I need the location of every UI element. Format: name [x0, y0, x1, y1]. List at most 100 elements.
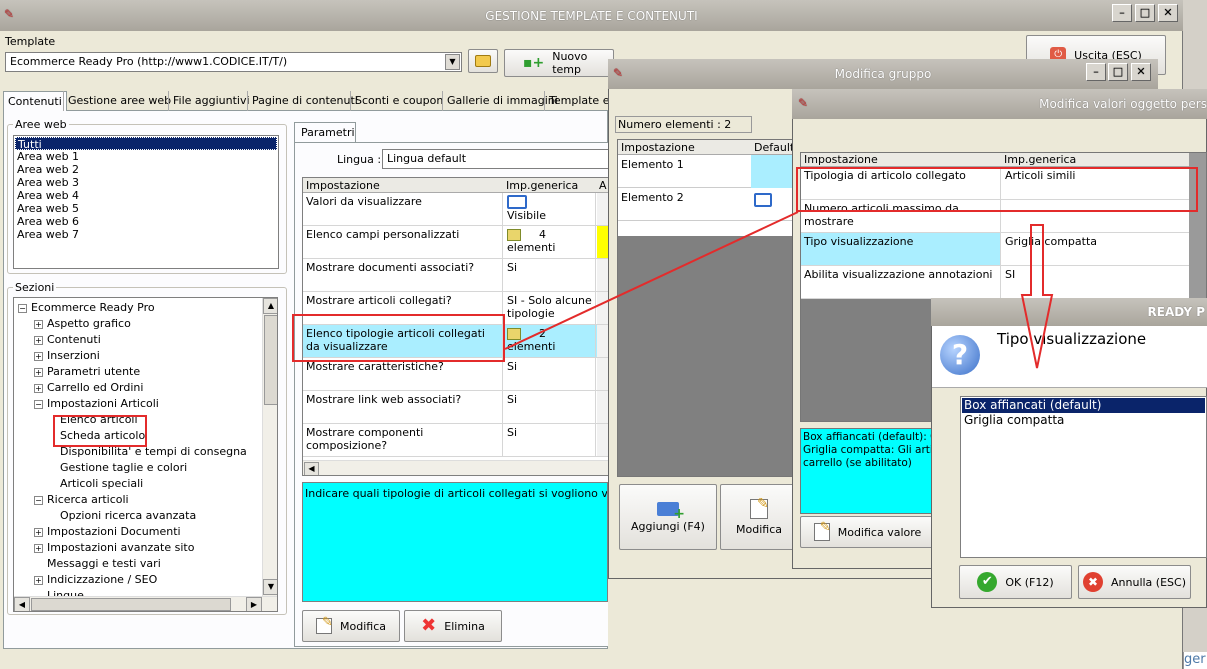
tree-item[interactable]: Messaggi e testi vari	[34, 557, 161, 570]
scroll-hthumb[interactable]	[31, 598, 231, 611]
chevron-down-icon[interactable]: ▼	[445, 54, 460, 70]
tree-item[interactable]: − Ecommerce Ready Pro	[18, 301, 155, 314]
new-template-button[interactable]: ▪+ Nuovo temp	[504, 49, 614, 77]
vertical-scrollbar[interactable]: ▲ ▼	[262, 298, 277, 596]
modifica-button[interactable]: ✎ Modifica	[302, 610, 400, 642]
expand-icon[interactable]: +	[34, 383, 43, 393]
column-a-cell[interactable]	[597, 391, 608, 423]
expand-icon[interactable]: +	[34, 367, 43, 377]
collapse-icon[interactable]: −	[18, 303, 27, 313]
tree-item[interactable]: Opzioni ricerca avanzata	[60, 509, 196, 522]
tree-item[interactable]: + Parametri utente	[34, 365, 140, 378]
tree-item[interactable]: − Impostazioni Articoli	[34, 397, 159, 410]
elimina-button[interactable]: ✖ Elimina	[404, 610, 502, 642]
list-item[interactable]: Box affiancati (default)	[962, 398, 1205, 413]
setting-value[interactable]: 4 elementi	[504, 226, 596, 258]
folder-button[interactable]	[468, 49, 498, 73]
tree-item[interactable]: + Impostazioni avanzate sito	[34, 541, 194, 554]
scroll-left-arrow-icon[interactable]: ◀	[304, 462, 319, 475]
close-button[interactable]: ✕	[1131, 63, 1151, 81]
setting-value[interactable]: Si	[504, 358, 596, 390]
tree-item[interactable]: + Carrello ed Ordini	[34, 381, 143, 394]
tree-item[interactable]: + Inserzioni	[34, 349, 100, 362]
column-a-cell[interactable]	[597, 325, 608, 357]
tree-item[interactable]: + Contenuti	[34, 333, 101, 346]
scroll-left-arrow-icon[interactable]: ◀	[14, 597, 30, 611]
close-button[interactable]: ✕	[1158, 4, 1178, 22]
setting-value[interactable]: Si	[504, 424, 596, 456]
expand-icon[interactable]: +	[34, 543, 43, 553]
lingua-select[interactable]: Lingua default	[382, 149, 608, 169]
column-a-cell[interactable]	[597, 193, 608, 225]
scroll-down-arrow-icon[interactable]: ▼	[263, 579, 277, 595]
parametri-tab[interactable]: Parametri	[294, 122, 356, 142]
grid-hscrollbar[interactable]: ◀	[303, 460, 608, 475]
tree-item[interactable]: + Aspetto grafico	[34, 317, 131, 330]
ok-button[interactable]: ✔ OK (F12)	[959, 565, 1072, 599]
collapse-icon[interactable]: −	[34, 495, 43, 505]
table-row[interactable]: Abilita visualizzazione annotazioni SI	[801, 266, 1189, 299]
list-item[interactable]: Area web 4	[15, 189, 277, 202]
tab-contenuti[interactable]: Contenuti	[3, 91, 67, 111]
collapse-icon[interactable]: −	[34, 399, 43, 409]
tab-sconti-e-coupon[interactable]: Sconti e coupon	[350, 91, 447, 111]
table-row[interactable]: Mostrare documenti associati? Si	[303, 259, 608, 292]
setting-value[interactable]: Si	[504, 259, 596, 291]
gruppo-grid[interactable]: Impostazione Default Elemento 1 Elemento…	[617, 139, 797, 477]
tab-file-aggiuntivi[interactable]: File aggiuntivi	[168, 91, 254, 111]
column-a-cell[interactable]	[597, 292, 608, 324]
minimize-button[interactable]: –	[1086, 63, 1106, 81]
table-row[interactable]: Mostrare caratteristiche? Si	[303, 358, 608, 391]
list-item[interactable]: Area web 1	[15, 150, 277, 163]
tree-item[interactable]: Gestione taglie e colori	[60, 461, 187, 474]
aree-web-list[interactable]: Tutti Area web 1 Area web 2 Area web 3 A…	[13, 135, 279, 269]
expand-icon[interactable]: +	[34, 575, 43, 585]
table-row[interactable]: Elemento 2	[618, 188, 796, 221]
annulla-button[interactable]: ✖ Annulla (ESC)	[1078, 565, 1191, 599]
modifica-valore-button[interactable]: ✎ Modifica valore	[800, 516, 935, 548]
list-item[interactable]: Griglia compatta	[962, 413, 1205, 428]
list-item[interactable]: Tutti	[15, 137, 277, 151]
setting-value[interactable]: SI	[1002, 266, 1189, 298]
list-item[interactable]: Area web 2	[15, 163, 277, 176]
column-a-cell[interactable]	[597, 424, 608, 456]
list-item[interactable]: Area web 7	[15, 228, 277, 241]
expand-icon[interactable]: +	[34, 319, 43, 329]
tab-pagine-di-contenuti[interactable]: Pagine di contenuti	[247, 91, 362, 111]
table-row[interactable]: Mostrare componenti composizione? Si	[303, 424, 608, 457]
scroll-thumb[interactable]	[264, 315, 277, 405]
expand-icon[interactable]: +	[34, 351, 43, 361]
tab-gestione-aree-web[interactable]: Gestione aree web	[63, 91, 175, 111]
setting-value[interactable]: SI - Solo alcune tipologie	[504, 292, 596, 324]
setting-value[interactable]: 2 elementi	[504, 325, 596, 357]
minimize-button[interactable]: –	[1112, 4, 1132, 22]
tree-item[interactable]: + Impostazioni Documenti	[34, 525, 181, 538]
sezioni-tree[interactable]: − Ecommerce Ready Pro + Aspetto grafico + Con…	[13, 297, 278, 612]
maximize-button[interactable]: □	[1108, 63, 1128, 81]
setting-value[interactable]: Si	[504, 391, 596, 423]
column-a-cell[interactable]	[597, 226, 608, 258]
list-item[interactable]: Area web 3	[15, 176, 277, 189]
template-select[interactable]: Ecommerce Ready Pro (http://www1.CODICE.…	[5, 52, 462, 72]
table-row[interactable]: Elenco campi personalizzati 4 elementi	[303, 226, 608, 259]
table-row[interactable]: Tipo visualizzazione Griglia compatta	[801, 233, 1189, 266]
setting-value[interactable]: Visibile	[504, 193, 596, 225]
tree-item[interactable]: + Indicizzazione / SEO	[34, 573, 157, 586]
list-item[interactable]: Area web 5	[15, 202, 277, 215]
setting-value[interactable]: Griglia compatta	[1002, 233, 1189, 265]
horizontal-scrollbar[interactable]: ◀ ▶	[14, 596, 277, 611]
expand-icon[interactable]: +	[34, 527, 43, 537]
table-row[interactable]: Mostrare link web associati? Si	[303, 391, 608, 424]
list-item[interactable]: Area web 6	[15, 215, 277, 228]
scroll-right-arrow-icon[interactable]: ▶	[246, 597, 262, 611]
column-a-cell[interactable]	[597, 259, 608, 291]
scroll-up-arrow-icon[interactable]: ▲	[263, 298, 277, 314]
table-row[interactable]: Valori da visualizzare Visibile	[303, 193, 608, 226]
aggiungi-button[interactable]: + Aggiungi (F4)	[619, 484, 717, 550]
tree-item[interactable]: − Ricerca articoli	[34, 493, 129, 506]
expand-icon[interactable]: +	[34, 335, 43, 345]
column-a-cell[interactable]	[597, 358, 608, 390]
table-row[interactable]: Elemento 1	[618, 155, 796, 188]
gruppo-modifica-button[interactable]: ✎ Modifica	[720, 484, 798, 550]
maximize-button[interactable]: □	[1135, 4, 1155, 22]
